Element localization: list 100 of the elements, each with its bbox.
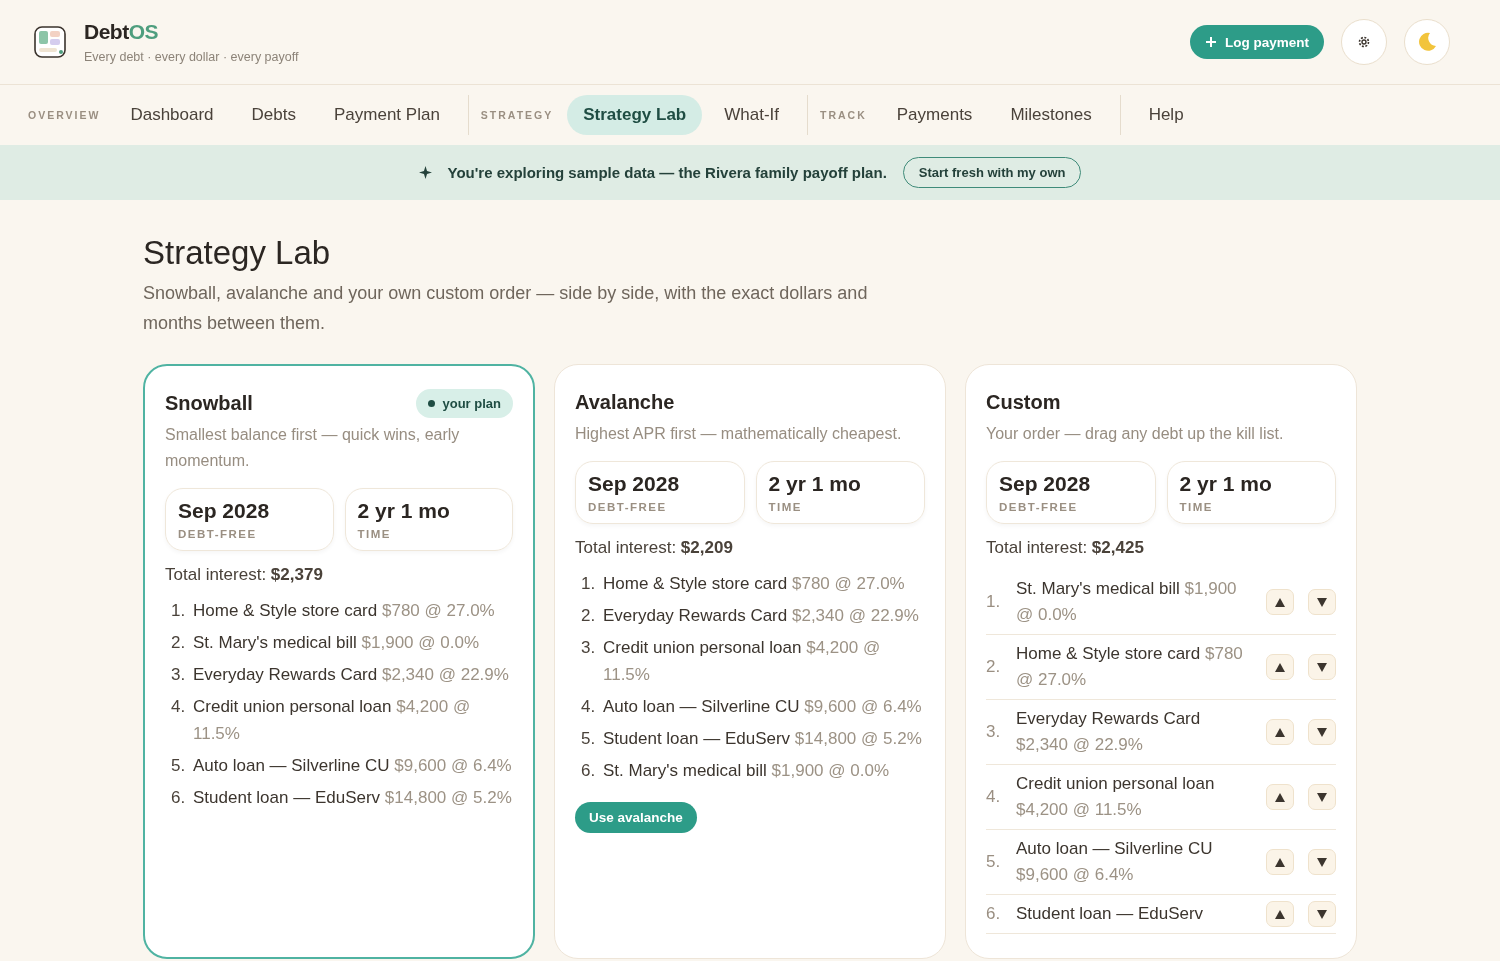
move-up-button[interactable] [1266, 654, 1294, 680]
debt-entry: Student loan — EduServ $14,800 @ 5.2% [603, 728, 922, 750]
strategy-name: Snowball [165, 391, 253, 415]
page-title: Strategy Lab [143, 234, 332, 272]
banner-message: You're exploring sample data — the Rivera family payoff plan. [447, 164, 887, 181]
down-triangle-icon [1317, 792, 1327, 802]
nav-tab[interactable]: Payment Plan [318, 95, 456, 135]
move-down-button[interactable] [1308, 901, 1336, 927]
debt-entry: Auto loan — Silverline CU $9,600 @ 6.4% [193, 755, 512, 777]
rank-number: 1. [581, 573, 597, 595]
strategy-description: Your order — drag any debt up the kill list. [986, 424, 1285, 444]
page-subtitle: Snowball, avalanche and your own custom order — side by side, with the exact dollars and months between them. [143, 282, 869, 335]
stat-value: 2 yr 1 mo [768, 472, 862, 496]
debt-entry: Home & Style store card $780 @ 27.0% [1016, 643, 1244, 691]
stat-value: Sep 2028 [178, 499, 271, 523]
nav-tab[interactable]: Strategy Lab [567, 95, 703, 135]
up-triangle-icon [1275, 857, 1285, 867]
stat-label: DEBT-FREE [588, 501, 668, 513]
theme-toggle-button[interactable] [1404, 19, 1450, 65]
down-triangle-icon [1317, 597, 1327, 607]
up-triangle-icon [1275, 792, 1285, 802]
rank-number: 2. [581, 605, 597, 627]
stat-value: 2 yr 1 mo [1179, 472, 1273, 496]
debt-entry: Everyday Rewards Card $2,340 @ 22.9% [193, 664, 509, 686]
debt-entry: St. Mary's medical bill $1,900 @ 0.0% [1016, 578, 1238, 626]
nav-tab[interactable]: What-If [708, 95, 796, 135]
debt-entry: Home & Style store card $780 @ 27.0% [193, 600, 495, 622]
nav-tab[interactable]: Dashboard [114, 95, 230, 135]
rank-number: 2. [171, 632, 187, 654]
down-triangle-icon [1317, 727, 1327, 737]
down-triangle-icon [1317, 909, 1327, 919]
move-down-button[interactable] [1308, 589, 1336, 615]
move-down-button[interactable] [1308, 719, 1336, 745]
move-up-button[interactable] [1266, 719, 1294, 745]
move-up-button[interactable] [1266, 901, 1294, 927]
move-down-button[interactable] [1308, 849, 1336, 875]
move-up-button[interactable] [1266, 589, 1294, 615]
total-interest: Total interest: $2,209 [575, 538, 734, 558]
rank-number: 3. [581, 637, 597, 659]
move-up-button[interactable] [1266, 784, 1294, 810]
logo-icon [34, 26, 66, 58]
debt-entry: Everyday Rewards Card $2,340 @ 22.9% [1016, 708, 1202, 756]
up-triangle-icon [1275, 662, 1285, 672]
brand-name: DebtOS [84, 20, 159, 44]
stat-label: DEBT-FREE [999, 501, 1079, 513]
debt-entry: Student loan — EduServ $14,800 @ 5.2% [193, 787, 512, 809]
down-triangle-icon [1317, 857, 1327, 867]
move-up-button[interactable] [1266, 849, 1294, 875]
rank-number: 3. [171, 664, 187, 686]
strategy-name: Avalanche [575, 390, 675, 414]
debt-entry: St. Mary's medical bill $1,900 @ 0.0% [193, 632, 480, 654]
move-down-button[interactable] [1308, 784, 1336, 810]
nav-tab[interactable]: Help [1132, 95, 1200, 135]
rank-number: 2. [986, 656, 1002, 678]
strategy-description: Smallest balance first — quick wins, early momentum. [165, 425, 461, 471]
rank-number: 4. [581, 696, 597, 718]
stat-label: TIME [1179, 501, 1214, 513]
rank-number: 4. [171, 696, 187, 718]
debt-entry: Credit union personal loan $4,200 @ 11.5% [603, 637, 882, 686]
debt-entry: St. Mary's medical bill $1,900 @ 0.0% [603, 760, 890, 782]
down-triangle-icon [1317, 662, 1327, 672]
debt-entry: Student loan — EduServ [1016, 903, 1205, 925]
strategy-name: Custom [986, 390, 1061, 414]
settings-button[interactable] [1341, 19, 1387, 65]
rank-number: 6. [171, 787, 187, 809]
debt-entry: Auto loan — Silverline CU $9,600 @ 6.4% [603, 696, 922, 718]
rank-number: 4. [986, 786, 1002, 808]
stat-label: TIME [357, 528, 392, 540]
debt-entry: Home & Style store card $780 @ 27.0% [603, 573, 905, 595]
rank-number: 1. [171, 600, 187, 622]
stat-label: TIME [768, 501, 803, 513]
up-triangle-icon [1275, 727, 1285, 737]
debt-entry: Credit union personal loan $4,200 @ 11.5% [193, 696, 472, 745]
up-triangle-icon [1275, 597, 1285, 607]
nav-tab[interactable]: Payments [880, 95, 989, 135]
nav-group-label: OVERVIEW [28, 109, 101, 121]
stat-value: Sep 2028 [999, 472, 1092, 496]
total-interest: Total interest: $2,425 [986, 538, 1145, 558]
rank-number: 3. [986, 721, 1002, 743]
rank-number: 1. [986, 591, 1002, 613]
nav-tab[interactable]: Milestones [994, 95, 1108, 135]
plus-icon [1205, 36, 1217, 48]
plan-badge: your plan [416, 388, 513, 418]
rank-number: 5. [581, 728, 597, 750]
debt-entry: Everyday Rewards Card $2,340 @ 22.9% [603, 605, 919, 627]
tagline: Every debt · every dollar · every payoff [84, 50, 299, 64]
move-down-button[interactable] [1308, 654, 1336, 680]
debt-entry: Auto loan — Silverline CU $9,600 @ 6.4% [1016, 838, 1214, 886]
stat-label: DEBT-FREE [178, 528, 258, 540]
rank-number: 6. [581, 760, 597, 782]
nav-group-label: STRATEGY [480, 109, 554, 121]
total-interest: Total interest: $2,379 [165, 565, 324, 585]
rank-number: 6. [986, 903, 1002, 925]
settings-icon [1357, 35, 1371, 49]
stat-value: 2 yr 1 mo [357, 499, 451, 523]
up-triangle-icon [1275, 909, 1285, 919]
rank-number: 5. [986, 851, 1002, 873]
stat-value: Sep 2028 [588, 472, 681, 496]
moon-icon [1417, 32, 1437, 52]
nav-tab[interactable]: Debts [235, 95, 312, 135]
